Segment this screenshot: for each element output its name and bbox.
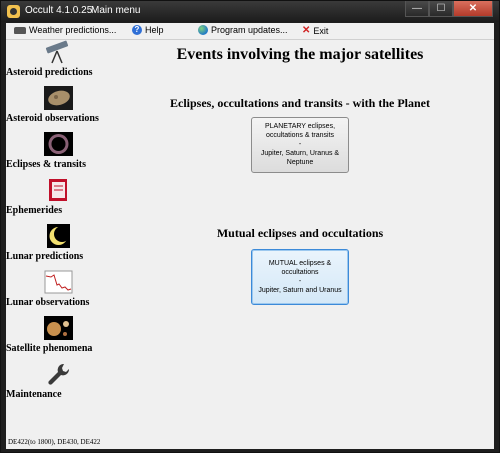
- menu-updates[interactable]: Program updates...: [198, 25, 288, 35]
- sidebar-label: Lunar predictions: [6, 251, 84, 262]
- wrench-icon: [48, 363, 70, 385]
- button-text: Jupiter, Saturn and Uranus: [258, 287, 342, 294]
- app-logo-icon: [7, 5, 20, 18]
- main-area: Asteroid predictions Asteroid observatio…: [6, 40, 494, 449]
- sidebar: Asteroid predictions Asteroid observatio…: [6, 40, 106, 438]
- telescope-icon: [45, 40, 69, 64]
- section-title-planetary: Eclipses, occultations and transits - wi…: [169, 96, 430, 110]
- menu-help-label: Help: [145, 25, 164, 35]
- section-title-mutual: Mutual eclipses and occultations: [216, 226, 384, 240]
- sidebar-label: Asteroid predictions: [6, 67, 93, 78]
- menu-weather[interactable]: Weather predictions...: [14, 25, 116, 35]
- window-subtitle: Main menu: [91, 5, 141, 16]
- sidebar-item-ephemerides[interactable]: Ephemerides: [6, 178, 106, 224]
- sidebar-item-lunar-predictions[interactable]: Lunar predictions: [6, 224, 106, 270]
- button-text: MUTUAL eclipses &: [268, 260, 332, 267]
- status-text: DE422(to 1800), DE430, DE422: [8, 438, 101, 446]
- maximize-button[interactable]: ☐: [429, 1, 453, 17]
- help-icon: ?: [132, 25, 142, 35]
- sidebar-item-satellite-phenomena[interactable]: Satellite phenomena: [6, 316, 106, 362]
- sidebar-label: Lunar observations: [6, 297, 90, 308]
- button-text: occultations & transits: [265, 132, 335, 139]
- button-text: -: [298, 141, 302, 148]
- button-text: -: [298, 278, 302, 285]
- sidebar-item-maintenance[interactable]: Maintenance: [6, 362, 106, 408]
- menu-updates-label: Program updates...: [211, 25, 288, 35]
- title-bar: Occult 4.1.0.25 Main menu — ☐ ✕: [1, 1, 499, 22]
- book-icon: [49, 179, 67, 201]
- planetary-events-button[interactable]: PLANETARY eclipses, occultations & trans…: [251, 117, 349, 173]
- window-title: Occult 4.1.0.25: [25, 5, 93, 16]
- button-text: occultations: [281, 269, 319, 276]
- globe-icon: [198, 25, 208, 35]
- sidebar-label: Asteroid observations: [6, 113, 99, 124]
- exit-icon: ✕: [302, 25, 311, 36]
- planet-icon: [44, 316, 73, 340]
- menu-weather-label: Weather predictions...: [29, 25, 117, 35]
- minimize-button[interactable]: —: [405, 1, 429, 17]
- asteroid-icon: [44, 86, 73, 110]
- app-window: Occult 4.1.0.25 Main menu — ☐ ✕ Weather …: [0, 0, 500, 453]
- eclipse-icon: [44, 132, 73, 156]
- menu-bar: Weather predictions... ? Help Program up…: [6, 23, 494, 40]
- sidebar-label: Ephemerides: [6, 205, 63, 216]
- button-text: PLANETARY eclipses,: [264, 123, 336, 130]
- page-title: Events involving the major satellites: [176, 46, 424, 63]
- mutual-events-button[interactable]: MUTUAL eclipses & occultations - Jupiter…: [251, 249, 349, 305]
- menu-exit[interactable]: ✕ Exit: [302, 25, 328, 36]
- sidebar-label: Satellite phenomena: [6, 343, 93, 354]
- moon-icon: [47, 224, 70, 248]
- close-button[interactable]: ✕: [453, 1, 493, 17]
- sidebar-label: Maintenance: [6, 389, 62, 400]
- sidebar-item-asteroid-predictions[interactable]: Asteroid predictions: [6, 40, 106, 86]
- menu-help[interactable]: ? Help: [132, 25, 164, 35]
- lightcurve-icon: [44, 270, 73, 294]
- car-icon: [14, 26, 26, 34]
- menu-exit-label: Exit: [313, 25, 329, 36]
- sidebar-item-asteroid-observations[interactable]: Asteroid observations: [6, 86, 106, 132]
- sidebar-item-eclipses-transits[interactable]: Eclipses & transits: [6, 132, 106, 178]
- button-text: Neptune: [286, 159, 314, 166]
- sidebar-label: Eclipses & transits: [6, 159, 86, 170]
- sidebar-item-lunar-observations[interactable]: Lunar observations: [6, 270, 106, 316]
- button-text: Jupiter, Saturn, Uranus &: [260, 150, 340, 157]
